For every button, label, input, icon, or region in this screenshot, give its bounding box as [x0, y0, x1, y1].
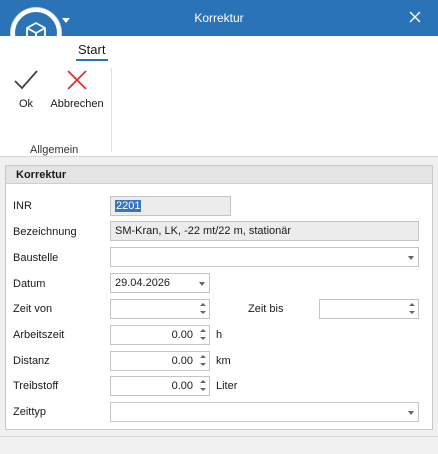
spin-up-icon — [409, 303, 415, 306]
arbeitszeit-spinner[interactable] — [199, 328, 207, 342]
close-icon[interactable] — [406, 8, 424, 26]
panel-title: Korrektur — [16, 169, 67, 181]
tab-start-underline — [76, 59, 108, 61]
datum-picker[interactable]: 29.04.2026 — [110, 273, 210, 293]
arbeitszeit-value: 0.00 — [171, 329, 193, 341]
chevron-down-icon — [408, 411, 414, 415]
zeit-bis-spinner[interactable] — [408, 302, 416, 316]
treibstoff-label: Treibstoff — [13, 380, 59, 392]
distanz-unit: km — [216, 355, 231, 367]
spin-down-icon — [409, 311, 415, 314]
ribbon: Ok Abbrechen Allgemein — [0, 62, 438, 157]
x-icon — [67, 70, 87, 90]
treibstoff-value: 0.00 — [171, 380, 193, 392]
zeittyp-label: Zeittyp — [13, 406, 47, 418]
korrektur-panel: Korrektur INR 2201 Bezeichnung SM-Kran, … — [5, 165, 433, 430]
bezeichnung-label: Bezeichnung — [13, 226, 77, 238]
datum-label: Datum — [13, 278, 46, 290]
spin-down-icon — [200, 337, 206, 340]
distanz-field[interactable]: 0.00 — [110, 351, 210, 371]
baustelle-dropdown[interactable] — [110, 247, 419, 267]
datum-value: 29.04.2026 — [115, 277, 171, 289]
spin-down-icon — [200, 311, 206, 314]
treibstoff-unit: Liter — [216, 380, 238, 392]
spin-up-icon — [200, 355, 206, 358]
zeittyp-dropdown[interactable] — [110, 402, 419, 422]
distanz-label: Distanz — [13, 355, 50, 367]
spin-up-icon — [200, 303, 206, 306]
distanz-value: 0.00 — [171, 355, 193, 367]
inr-label: INR — [13, 200, 32, 212]
spin-up-icon — [200, 380, 206, 383]
spin-down-icon — [200, 388, 206, 391]
inr-value: 2201 — [115, 200, 142, 212]
distanz-spinner[interactable] — [199, 354, 207, 368]
chevron-down-icon — [408, 256, 414, 260]
tab-start[interactable]: Start — [78, 42, 105, 57]
zeit-von-label: Zeit von — [13, 303, 53, 315]
bezeichnung-field: SM-Kran, LK, -22 mt/22 m, stationär — [110, 221, 419, 241]
checkmark-icon — [14, 70, 38, 90]
treibstoff-field[interactable]: 0.00 — [110, 376, 210, 396]
treibstoff-spinner[interactable] — [199, 379, 207, 393]
spin-up-icon — [200, 329, 206, 332]
ok-label: Ok — [18, 98, 34, 110]
cancel-label: Abbrechen — [50, 98, 104, 110]
zeit-von-spinner[interactable] — [199, 302, 207, 316]
title-bar: Korrektur — [0, 0, 438, 36]
ribbon-group-label: Allgemein — [30, 144, 79, 156]
cancel-button[interactable]: Abbrechen — [48, 68, 106, 110]
inr-field[interactable]: 2201 — [110, 196, 231, 216]
panel-header: Korrektur — [6, 166, 432, 184]
ribbon-tab-strip — [0, 36, 438, 62]
spin-down-icon — [200, 363, 206, 366]
zeit-bis-field[interactable] — [319, 299, 419, 319]
quick-access-dropdown-icon[interactable] — [62, 15, 70, 23]
zeit-bis-label: Zeit bis — [248, 303, 284, 315]
bezeichnung-value: SM-Kran, LK, -22 mt/22 m, stationär — [115, 225, 292, 237]
arbeitszeit-field[interactable]: 0.00 — [110, 325, 210, 345]
arbeitszeit-unit: h — [216, 329, 223, 341]
ribbon-group-separator — [111, 68, 112, 152]
chevron-down-icon — [199, 282, 205, 286]
zeit-von-field[interactable] — [110, 299, 210, 319]
ok-button[interactable]: Ok — [12, 68, 40, 110]
baustelle-label: Baustelle — [13, 252, 59, 264]
status-bar — [0, 436, 438, 454]
arbeitszeit-label: Arbeitszeit — [13, 329, 65, 341]
